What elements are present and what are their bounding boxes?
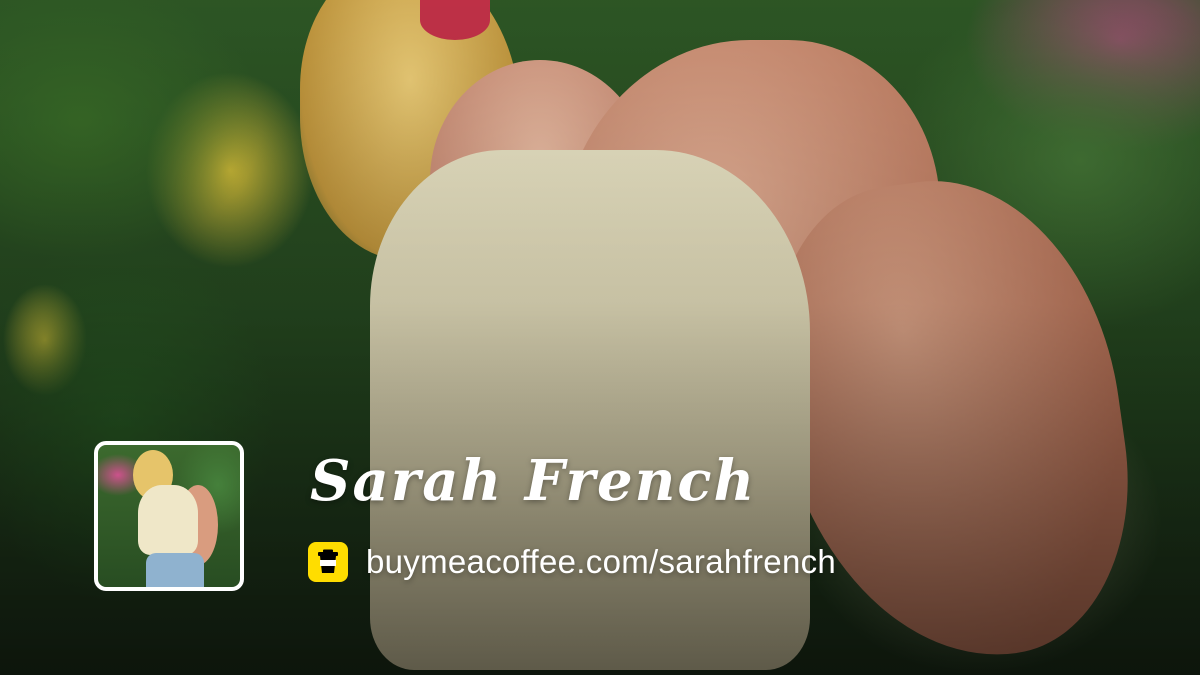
profile-link[interactable]: buymeacoffee.com/sarahfrench [308, 541, 836, 583]
avatar-top [138, 485, 198, 555]
creator-name: Sarah French [310, 448, 757, 514]
avatar[interactable] [94, 441, 244, 591]
avatar-jeans [146, 553, 204, 587]
profile-url: buymeacoffee.com/sarahfrench [366, 543, 837, 580]
coffee-cup-icon [308, 542, 348, 582]
share-card: Sarah French buymeacoffee.com/sarahfrenc… [0, 0, 1200, 675]
